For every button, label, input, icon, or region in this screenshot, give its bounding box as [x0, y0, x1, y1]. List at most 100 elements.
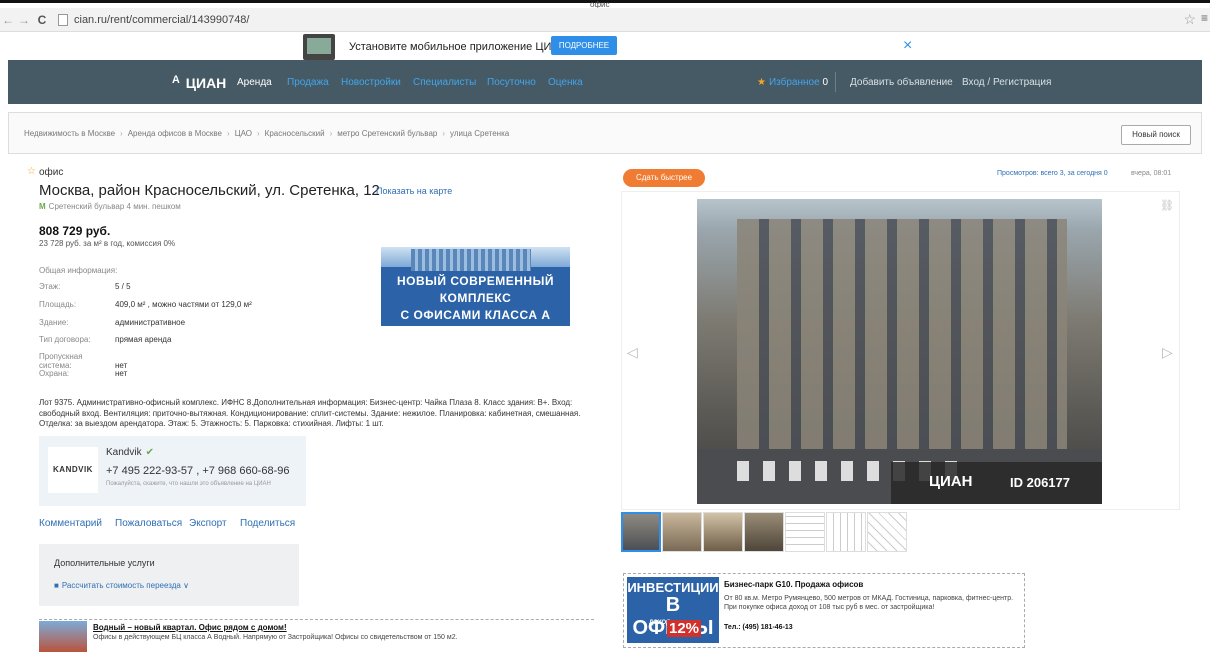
address-bar[interactable]: cian.ru/rent/commercial/143990748/ [74, 14, 249, 26]
nav-specialists[interactable]: Специалисты [413, 77, 476, 88]
app-banner-text: Установите мобильное приложение ЦИАН [349, 41, 567, 53]
info-key: Тип договора: [39, 335, 91, 344]
info-row: Площадь: 409,0 м² , можно частями от 129,… [39, 300, 252, 309]
export-link[interactable]: Экспорт [189, 518, 227, 529]
metro-text: Сретенский бульвар 4 мин. пешком [48, 202, 181, 211]
share-link[interactable]: Поделиться [240, 518, 295, 529]
app-banner-more-button[interactable]: ПОДРОБНЕЕ [551, 36, 617, 55]
nav-divider [835, 72, 836, 92]
show-on-map-link[interactable]: Показать на карте [376, 186, 452, 196]
breadcrumb-item[interactable]: Недвижимость в Москве [24, 129, 115, 138]
info-value: 5 / 5 [115, 282, 131, 291]
agency-logo: KANDVIK [48, 447, 98, 493]
info-row: Этаж: 5 / 5 [39, 282, 131, 291]
agency-name-text: Kandvik [106, 447, 142, 458]
rent-faster-button[interactable]: Сдать быстрее [623, 169, 705, 187]
agency-phone[interactable]: +7 495 222-93-57 , +7 968 660-68-96 [106, 465, 289, 477]
extra-services-title: Дополнительные услуги [54, 558, 155, 568]
side-ad-title[interactable]: Бизнес-парк G10. Продажа офисов [724, 580, 863, 589]
thumbnail[interactable] [703, 512, 743, 552]
moving-cost-link[interactable]: ■ Рассчитать стоимость переезда ∨ [54, 581, 189, 590]
info-row: Охрана: нет [39, 369, 127, 378]
breadcrumb-item[interactable]: метро Сретенский бульвар [337, 129, 437, 138]
listing-type: офис [39, 167, 64, 178]
moving-cost-label: Рассчитать стоимость переезда ∨ [61, 581, 189, 590]
back-icon[interactable]: ← [0, 13, 16, 27]
browser-menu-icon[interactable]: ≡ [1201, 11, 1208, 25]
logo-text: ЦИАН [185, 75, 227, 91]
side-ad-percent: 12% [667, 620, 702, 637]
side-ad-text: От 80 кв.м. Метро Румянцево, 500 метров … [724, 595, 1014, 611]
info-key: Пропускная система: [39, 352, 83, 370]
bottom-ad-text: Офисы в действующем БЦ класса А Водный. … [93, 634, 458, 641]
link-icon[interactable]: ⛓ [1160, 199, 1174, 212]
info-row: Тип договора: прямая аренда [39, 335, 171, 344]
main-photo[interactable] [697, 199, 1102, 504]
chevron-right-icon: › [257, 129, 260, 138]
nav-new-buildings[interactable]: Новостройки [341, 77, 401, 88]
extra-services [39, 544, 299, 606]
ad-line: НОВЫЙ СОВРЕМЕННЫЙ [397, 274, 554, 288]
reload-icon[interactable]: C [34, 13, 50, 27]
agency-name[interactable]: Kandvik ✔ [106, 447, 154, 458]
breadcrumb-item[interactable]: Аренда офисов в Москве [128, 129, 222, 138]
info-row: Пропускная система: нет [39, 352, 127, 370]
listing-title: Москва, район Красносельский, ул. Сретен… [39, 182, 380, 199]
photo-facade [737, 219, 1067, 449]
contact-note: Пожалуйста, скажите, что нашли это объяв… [106, 481, 271, 487]
nav-rent[interactable]: Аренда [237, 77, 272, 88]
nav-favorites[interactable]: ★ Избранное 0 [757, 77, 828, 88]
views-counter[interactable]: Просмотров: всего 3, за сегодня 0 [997, 170, 1108, 177]
truck-icon: ■ [54, 581, 59, 590]
comment-link[interactable]: Комментарий [39, 518, 102, 529]
nav-login[interactable]: Вход / Регистрация [962, 77, 1051, 88]
bottom-ad-image[interactable] [39, 621, 87, 652]
office-complex-ad[interactable]: НОВЫЙ СОВРЕМЕННЫЙ КОМПЛЕКС С ОФИСАМИ КЛА… [381, 247, 570, 326]
listing-date: вчера, 08:01 [1131, 170, 1172, 177]
listing-price: 808 729 руб. [39, 224, 111, 238]
ad-text: НОВЫЙ СОВРЕМЕННЫЙ КОМПЛЕКС С ОФИСАМИ КЛА… [381, 273, 570, 324]
info-header: Общая информация: [39, 266, 118, 275]
breadcrumb-item[interactable]: ЦАО [235, 129, 252, 138]
chevron-right-icon: › [442, 129, 446, 138]
ad-line: КОМПЛЕКС [439, 291, 512, 305]
ad-line: С ОФИСАМИ КЛАССА А [400, 308, 551, 322]
forward-icon[interactable]: → [16, 13, 32, 27]
metro-info: M Сретенский бульвар 4 мин. пешком [39, 202, 181, 211]
close-icon[interactable]: × [903, 37, 912, 55]
thumbnail[interactable] [785, 512, 825, 552]
breadcrumb-item[interactable]: улица Сретенка [450, 129, 509, 138]
side-ad-banner[interactable]: ИНВЕСТИЦИИ В ОФИСЫ ДОХОД 12% [627, 577, 719, 643]
watermark-logo: ЦИАН [929, 473, 973, 490]
info-value: прямая аренда [115, 335, 172, 344]
info-key: Этаж: [39, 282, 61, 291]
thumbnail[interactable] [826, 512, 866, 552]
chevron-right-icon: › [120, 129, 123, 138]
thumbnail[interactable] [621, 512, 661, 552]
nav-valuation[interactable]: Оценка [548, 77, 583, 88]
nav-add-listing[interactable]: Добавить объявление [850, 77, 953, 88]
photo-watermark [891, 462, 1102, 504]
info-value: 409,0 м² , можно частями от 129,0 м² [115, 300, 252, 309]
site-logo[interactable]: ᴬ ЦИАН [172, 74, 226, 92]
nav-sale[interactable]: Продажа [287, 77, 329, 88]
side-ad-phone: Тел.: (495) 181-46-13 [724, 624, 793, 631]
bottom-ad-title[interactable]: Водный – новый квартал. Офис рядом с дом… [93, 623, 287, 632]
breadcrumb-item[interactable]: Красносельский [265, 129, 325, 138]
bookmark-star-icon[interactable]: ☆ [1183, 11, 1196, 28]
thumbnail[interactable] [662, 512, 702, 552]
thumbnail[interactable] [867, 512, 907, 552]
prev-photo-icon[interactable]: ◁ [627, 344, 638, 361]
info-key: Площадь: [39, 300, 77, 309]
complain-link[interactable]: Пожаловаться [115, 518, 182, 529]
verified-icon: ✔ [145, 447, 154, 458]
breadcrumb: Недвижимость в Москве › Аренда офисов в Мо… [24, 129, 509, 138]
nav-daily[interactable]: Посуточно [487, 77, 536, 88]
new-search-button[interactable]: Новый поиск [1121, 125, 1191, 145]
thumbnail[interactable] [744, 512, 784, 552]
chevron-right-icon: › [227, 129, 230, 138]
favorite-star-icon[interactable]: ☆ [27, 166, 36, 177]
next-photo-icon[interactable]: ▷ [1162, 344, 1173, 361]
info-key: Здание: [39, 318, 69, 327]
chevron-right-icon: › [329, 129, 333, 138]
